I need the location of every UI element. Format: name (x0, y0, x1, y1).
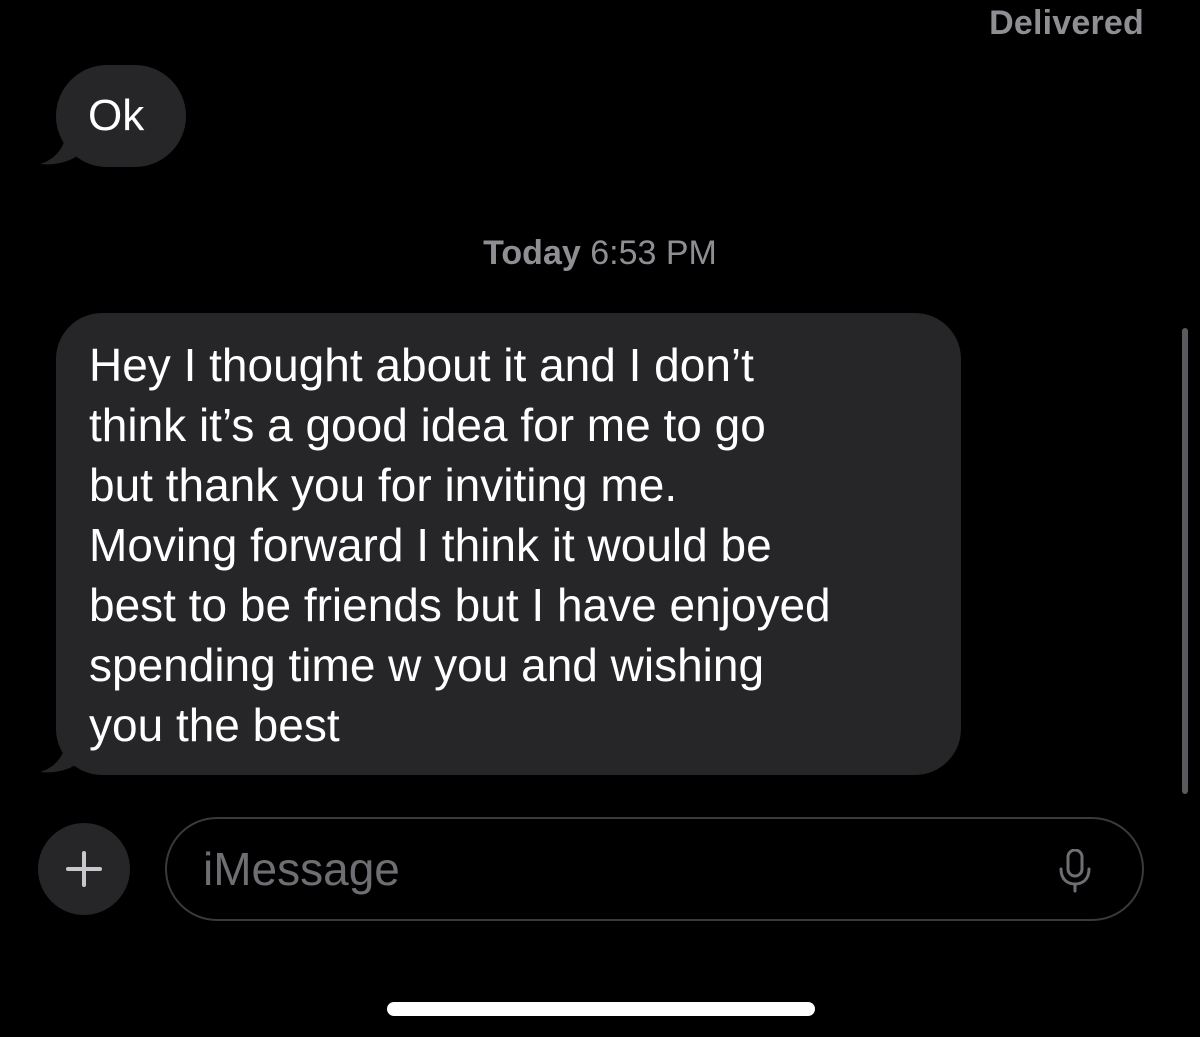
home-indicator[interactable] (387, 1002, 815, 1016)
scroll-indicator[interactable] (1182, 328, 1188, 794)
message-line: Hey I thought about it and I don’t (89, 339, 754, 391)
message-line: but thank you for inviting me. (89, 459, 678, 511)
microphone-icon[interactable] (1058, 849, 1092, 893)
message-bubble-ok[interactable]: Ok (56, 65, 186, 167)
timestamp-day: Today (483, 234, 581, 272)
message-input[interactable]: iMessage (165, 817, 1144, 921)
message-text: Ok (88, 91, 145, 140)
message-input-placeholder: iMessage (203, 843, 400, 895)
message-line: you the best (89, 699, 340, 751)
message-line: think it’s a good idea for me to go (89, 399, 766, 451)
delivered-status: Delivered (989, 4, 1144, 42)
message-line: spending time w you and wishing (89, 639, 765, 691)
message-line: best to be friends but I have enjoyed (89, 579, 831, 631)
message-line: Moving forward I think it would be (89, 519, 772, 571)
message-bubble-long[interactable]: Hey I thought about it and I don’t think… (56, 313, 961, 775)
add-attachment-button[interactable] (38, 823, 130, 915)
timestamp-time: 6:53 PM (590, 234, 717, 272)
message-timestamp: Today 6:53 PM (0, 234, 1200, 273)
